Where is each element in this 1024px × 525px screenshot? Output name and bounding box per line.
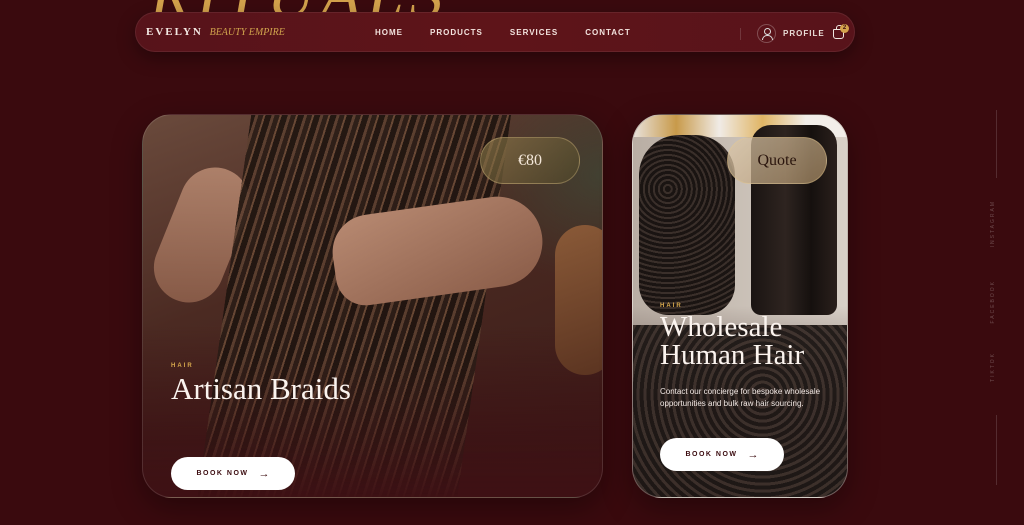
book-now-label: BOOK NOW xyxy=(196,470,249,477)
nav-links: HOME PRODUCTS SERVICES CONTACT xyxy=(375,28,631,37)
price-badge: €80 xyxy=(480,137,580,184)
profile-link[interactable]: PROFILE xyxy=(783,29,825,38)
book-now-label: BOOK NOW xyxy=(685,451,738,458)
service-card-wholesale-hair[interactable]: Quote HAIR Wholesale Human Hair Contact … xyxy=(632,114,848,498)
category-label: HAIR xyxy=(171,363,194,369)
nav-link-contact[interactable]: CONTACT xyxy=(585,28,631,37)
book-now-button[interactable]: BOOK NOW → xyxy=(660,438,784,471)
category-label: HAIR xyxy=(660,303,683,309)
card-title-line1: Wholesale xyxy=(660,311,783,343)
book-now-button[interactable]: BOOK NOW → xyxy=(171,457,295,490)
card-title: Artisan Braids xyxy=(171,371,351,406)
arrow-right-icon: → xyxy=(747,448,759,461)
brand-subtitle: BEAUTY EMPIRE xyxy=(209,27,285,38)
brand-name: EVELYN xyxy=(146,26,203,38)
side-divider-bottom xyxy=(996,415,997,485)
braids-photo-scrunchie xyxy=(555,225,602,375)
side-link-facebook[interactable]: FACEBOOK xyxy=(990,280,996,324)
cart-count-badge: 2 xyxy=(840,24,849,33)
service-card-artisan-braids[interactable]: €80 HAIR Artisan Braids BOOK NOW → xyxy=(142,114,603,498)
side-divider-top xyxy=(996,110,997,178)
top-navigation: EVELYN BEAUTY EMPIRE HOME PRODUCTS SERVI… xyxy=(135,12,855,52)
side-link-tiktok[interactable]: TIKTOK xyxy=(990,352,996,382)
price-badge: Quote xyxy=(727,137,827,184)
nav-link-services[interactable]: SERVICES xyxy=(510,28,558,37)
user-icon[interactable] xyxy=(757,24,776,43)
brand-logo[interactable]: EVELYN BEAUTY EMPIRE xyxy=(146,26,285,38)
card-title-line2: Human Hair xyxy=(660,339,805,372)
arrow-right-icon: → xyxy=(258,467,270,480)
card-description: Contact our concierge for bespoke wholes… xyxy=(660,387,821,409)
nav-link-home[interactable]: HOME xyxy=(375,28,403,37)
braids-photo xyxy=(193,115,513,497)
hair-photo-curly xyxy=(639,135,735,315)
card-title: Wholesale Human Hair xyxy=(660,311,805,372)
nav-divider xyxy=(740,28,741,40)
side-link-instagram[interactable]: INSTAGRAM xyxy=(990,200,996,247)
nav-link-products[interactable]: PRODUCTS xyxy=(430,28,483,37)
